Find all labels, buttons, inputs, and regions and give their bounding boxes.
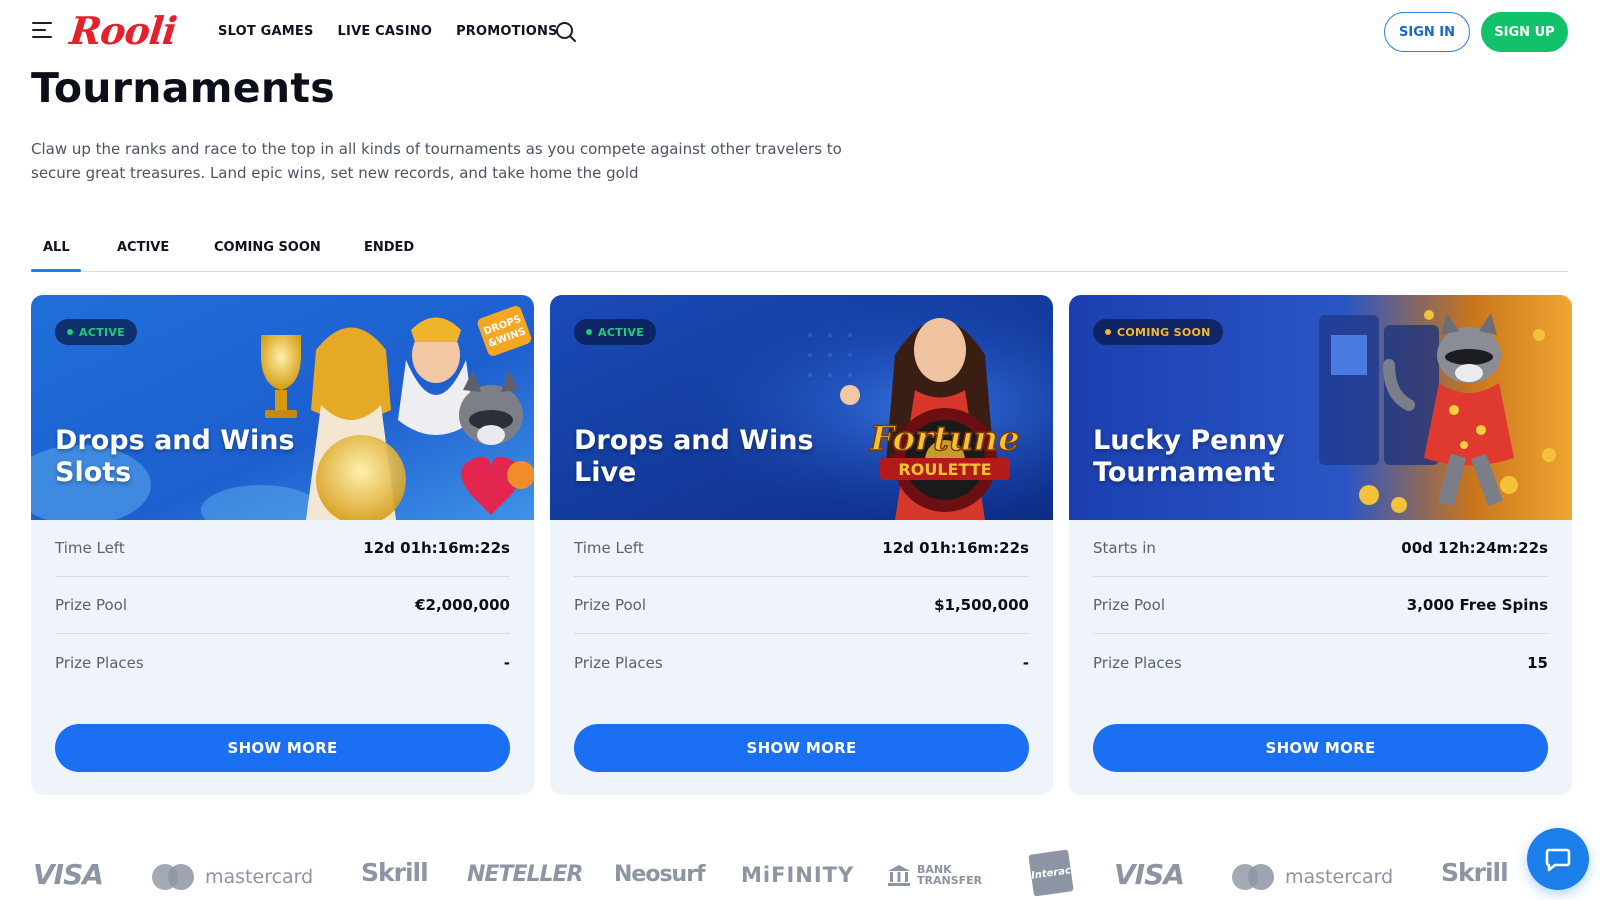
payment-logo-mastercard: mastercard	[1229, 862, 1393, 892]
tournament-banner-image[interactable]: Fortune ROULETTE ACTIVE Drops and Wins L…	[550, 295, 1053, 520]
detail-row: Prize Pool 3,000 Free Spins	[1093, 577, 1548, 634]
payment-logo-neosurf: Neosurf	[614, 862, 706, 887]
payment-logo-mastercard: mastercard	[149, 862, 313, 892]
time-left-value: 12d 01h:16m:22s	[363, 539, 510, 557]
status-badge: ACTIVE	[55, 319, 138, 345]
prize-pool-value: 3,000 Free Spins	[1406, 596, 1548, 614]
time-left-value: 12d 01h:16m:22s	[882, 539, 1029, 557]
detail-row: Prize Places -	[55, 634, 510, 691]
site-header: Rooli SLOT GAMES LIVE CASINO PROMOTIONS …	[0, 0, 1600, 64]
starts-in-label: Starts in	[1093, 539, 1156, 557]
time-left-label: Time Left	[55, 539, 125, 557]
payment-label: mastercard	[1285, 866, 1394, 888]
logo[interactable]: Rooli	[68, 8, 179, 53]
hamburger-icon[interactable]	[32, 22, 54, 40]
tab-ended[interactable]: ENDED	[364, 240, 414, 255]
payment-logo-interac: Interac	[1028, 849, 1074, 897]
chat-icon[interactable]	[1527, 828, 1589, 890]
payment-logo-mifinity: MiFINITY	[741, 863, 855, 887]
search-icon[interactable]	[554, 20, 578, 44]
prize-places-value: 15	[1527, 653, 1548, 672]
payment-logo-skrill: Skrill	[361, 858, 429, 887]
prize-pool-label: Prize Pool	[1093, 596, 1166, 614]
tournament-details: Starts in 00d 12h:24m:22s Prize Pool 3,0…	[1093, 520, 1548, 691]
status-badge: ACTIVE	[574, 319, 657, 345]
prize-pool-value: €2,000,000	[415, 596, 510, 614]
tab-selected-indicator	[31, 269, 81, 272]
detail-row: Prize Places -	[574, 634, 1029, 691]
nav-slot-games[interactable]: SLOT GAMES	[218, 24, 314, 39]
tournament-card: Fortune ROULETTE ACTIVE Drops and Wins L…	[550, 295, 1053, 795]
show-more-button[interactable]: SHOW MORE	[574, 724, 1029, 772]
tournament-details: Time Left 12d 01h:16m:22s Prize Pool $1,…	[574, 520, 1029, 691]
time-left-label: Time Left	[574, 539, 644, 557]
detail-row: Starts in 00d 12h:24m:22s	[1093, 520, 1548, 577]
prize-places-label: Prize Places	[1093, 653, 1182, 672]
tab-all[interactable]: ALL	[43, 240, 70, 255]
svg-text:Fortune: Fortune	[869, 419, 1020, 459]
payment-label: mastercard	[205, 866, 314, 888]
tournament-title: Lucky Penny Tournament	[1093, 425, 1285, 488]
payment-logo-bank-transfer: BANK TRANSFER	[887, 864, 987, 886]
nav-live-casino[interactable]: LIVE CASINO	[338, 24, 433, 39]
prize-places-label: Prize Places	[55, 653, 144, 672]
tournament-title: Drops and Wins Slots	[55, 425, 295, 488]
tournament-title: Drops and Wins Live	[574, 425, 814, 488]
sign-in-button[interactable]: SIGN IN	[1384, 12, 1470, 52]
tournament-card: DROPS &WINS ACTIVE Drops and Wins Slots …	[31, 295, 534, 795]
bank-icon	[888, 865, 910, 886]
tournament-banner-image[interactable]: COMING SOON Lucky Penny Tournament	[1069, 295, 1572, 520]
detail-row: Time Left 12d 01h:16m:22s	[55, 520, 510, 577]
tournament-details: Time Left 12d 01h:16m:22s Prize Pool €2,…	[55, 520, 510, 691]
tab-coming-soon[interactable]: COMING SOON	[214, 240, 321, 255]
payment-logo-visa: VISA	[33, 858, 104, 891]
prize-pool-label: Prize Pool	[55, 596, 128, 614]
detail-row: Prize Places 15	[1093, 634, 1548, 691]
payment-label: BANK TRANSFER	[917, 863, 983, 887]
status-badge: COMING SOON	[1093, 319, 1223, 345]
page-title: Tournaments	[31, 64, 335, 112]
starts-in-value: 00d 12h:24m:22s	[1401, 539, 1548, 557]
mastercard-circles-icon	[1232, 864, 1274, 890]
show-more-button[interactable]: SHOW MORE	[1093, 724, 1548, 772]
main-nav: SLOT GAMES LIVE CASINO PROMOTIONS	[218, 24, 558, 39]
sign-up-button[interactable]: SIGN UP	[1481, 12, 1568, 52]
mastercard-circles-icon	[152, 864, 194, 890]
prize-places-value: -	[1022, 653, 1029, 672]
prize-places-label: Prize Places	[574, 653, 663, 672]
prize-pool-label: Prize Pool	[574, 596, 647, 614]
prize-pool-value: $1,500,000	[934, 596, 1029, 614]
payment-logo-skrill: Skrill	[1441, 858, 1509, 887]
payment-logo-visa: VISA	[1114, 858, 1185, 891]
svg-text:ROULETTE: ROULETTE	[898, 460, 991, 479]
payment-methods: VISA mastercard Skrill NETELLER Neosurf …	[31, 849, 1511, 897]
detail-row: Time Left 12d 01h:16m:22s	[574, 520, 1029, 577]
tab-active[interactable]: ACTIVE	[117, 240, 169, 255]
tournament-card: COMING SOON Lucky Penny Tournament Start…	[1069, 295, 1572, 795]
payment-logo-neteller: NETELLER	[467, 862, 583, 887]
show-more-button[interactable]: SHOW MORE	[55, 724, 510, 772]
tournament-banner-image[interactable]: DROPS &WINS ACTIVE Drops and Wins Slots	[31, 295, 534, 520]
detail-row: Prize Pool $1,500,000	[574, 577, 1029, 634]
page-intro: Claw up the ranks and race to the top in…	[31, 140, 842, 182]
prize-places-value: -	[503, 653, 510, 672]
nav-promotions[interactable]: PROMOTIONS	[456, 24, 558, 39]
detail-row: Prize Pool €2,000,000	[55, 577, 510, 634]
tournament-tabs: ALL ACTIVE COMING SOON ENDED	[31, 232, 1568, 272]
